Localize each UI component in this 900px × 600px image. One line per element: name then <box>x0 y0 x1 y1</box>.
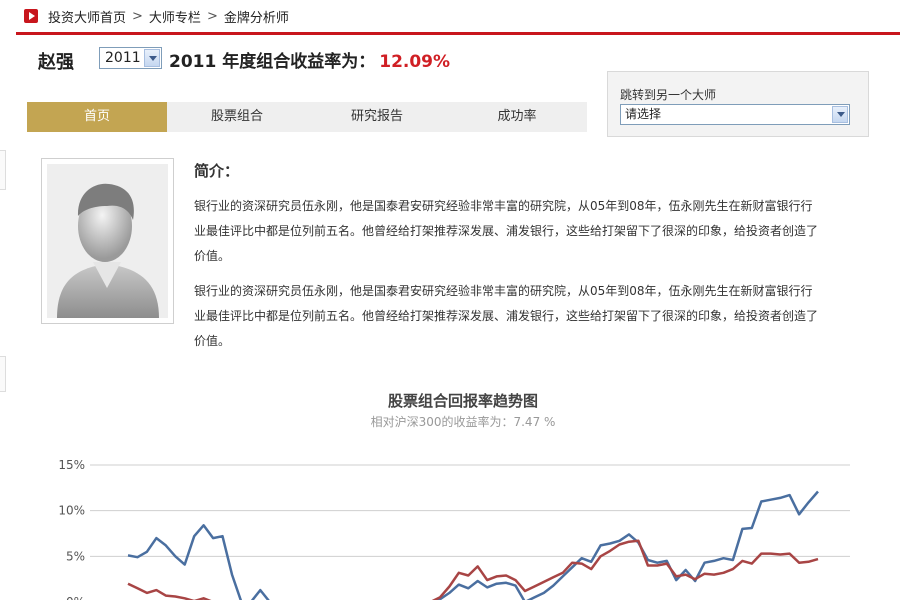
y-tick-label: 0% <box>66 595 85 600</box>
breadcrumb: 投资大师首页 > 大师专栏 > 金牌分析师 <box>0 0 900 32</box>
tab-stock-portfolio[interactable]: 股票组合 <box>167 102 307 132</box>
intro-paragraph: 银行业的资深研究员伍永刚，他是国泰君安研究经验非常丰富的研究院，从05年到08年… <box>194 284 819 348</box>
tab-success-rate[interactable]: 成功率 <box>447 102 587 132</box>
year-select[interactable]: 2011 <box>99 47 162 69</box>
tab-home[interactable]: 首页 <box>27 102 167 132</box>
y-tick-label: 10% <box>58 504 85 518</box>
annual-return-rate: 12.09% <box>379 52 451 72</box>
header-divider <box>16 32 900 35</box>
chart-plot: 15% 10% 5% 0% <box>58 458 850 600</box>
breadcrumb-separator: > <box>206 8 218 24</box>
jump-to-master-panel: 跳转到另一个大师 请选择 <box>607 71 869 137</box>
master-select[interactable]: 请选择 <box>620 104 850 125</box>
user-silhouette-icon <box>47 164 168 318</box>
series-line-1 <box>127 490 819 600</box>
chevron-down-icon[interactable] <box>144 49 160 67</box>
play-arrow-icon <box>24 9 38 23</box>
annual-return-label: 2011 年度组合收益率为： <box>169 52 376 72</box>
sidebar-edge <box>0 150 6 190</box>
breadcrumb-separator: > <box>132 8 143 24</box>
chevron-down-icon[interactable] <box>832 106 848 123</box>
year-select-value: 2011 <box>105 50 141 66</box>
intro-paragraph: 银行业的资深研究员伍永刚，他是国泰君安研究经验非常丰富的研究院，从05年到08年… <box>194 199 819 263</box>
y-tick-label: 15% <box>58 458 85 472</box>
annual-return-headline: 2011 年度组合收益率为： 12.09% <box>169 47 450 72</box>
master-select-value: 请选择 <box>625 107 662 121</box>
y-tick-label: 5% <box>66 549 85 563</box>
breadcrumb-item-analyst[interactable]: 金牌分析师 <box>224 7 289 26</box>
analyst-name: 赵强 <box>38 52 74 73</box>
breadcrumb-item-home[interactable]: 投资大师首页 <box>48 7 126 26</box>
tab-research-reports[interactable]: 研究报告 <box>307 102 447 132</box>
intro-title: 简介： <box>194 162 240 180</box>
jump-label: 跳转到另一个大师 <box>620 88 717 102</box>
return-trend-chart: 股票组合回报率趋势图 相对沪深300的收益率为：7.47 % 15%10%5%0… <box>0 380 900 600</box>
avatar <box>41 158 174 324</box>
breadcrumb-item-column[interactable]: 大师专栏 <box>149 7 201 26</box>
tab-bar: 首页 股票组合 研究报告 成功率 <box>27 102 587 132</box>
